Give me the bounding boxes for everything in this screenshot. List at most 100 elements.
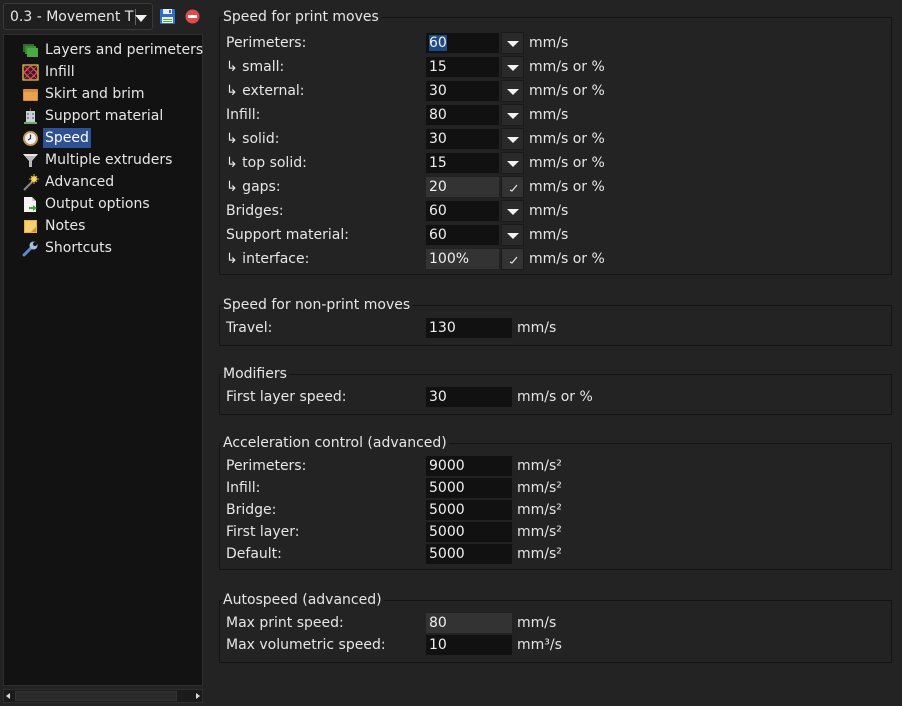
- setting-label: Max volumetric speed:: [226, 637, 386, 653]
- sidebar-horizontal-scrollbar[interactable]: [3, 689, 203, 703]
- sidebar-item-layers-and-perimeters[interactable]: Layers and perimeters: [22, 40, 205, 60]
- max-volumetric-speed-input[interactable]: 10: [425, 634, 513, 656]
- setting-label: Default:: [226, 546, 282, 562]
- group-title: Speed for print moves: [223, 8, 381, 26]
- bridges-speed-dropdown[interactable]: [501, 200, 524, 222]
- sidebar-item-shortcuts[interactable]: Shortcuts: [22, 238, 114, 258]
- top-solid-infill-speed-input[interactable]: 15: [425, 152, 500, 174]
- setting-label: ↳ external:: [226, 83, 305, 99]
- setting-row-top-solid-infill: ↳ top solid: 15 mm/s or %: [219, 152, 892, 174]
- scrollbar-thumb[interactable]: [15, 691, 177, 701]
- setting-label: Travel:: [226, 320, 273, 336]
- first-layer-speed-input[interactable]: 30: [425, 386, 513, 408]
- unit-label: mm/s or %: [529, 155, 605, 171]
- sidebar-item-notes[interactable]: Notes: [22, 216, 87, 236]
- setting-row-infill-acceleration: Infill: 5000 mm/s²: [219, 477, 892, 499]
- chevron-down-icon: [507, 41, 519, 47]
- building-icon: [24, 107, 37, 124]
- first-layer-acceleration-input[interactable]: 5000: [425, 521, 513, 543]
- perimeter-acceleration-input[interactable]: 9000: [425, 455, 513, 477]
- save-preset-button[interactable]: [159, 8, 176, 25]
- scroll-right-arrow-icon[interactable]: [196, 693, 200, 699]
- group-title: Modifiers: [223, 365, 289, 383]
- top-solid-infill-speed-dropdown[interactable]: [501, 152, 524, 174]
- group-autospeed: Autospeed (advanced) Max print speed: 80…: [219, 591, 892, 665]
- sidebar-item-multiple-extruders[interactable]: Multiple extruders: [22, 150, 174, 170]
- travel-speed-input[interactable]: 130: [425, 317, 513, 339]
- minus-circle-icon: [185, 9, 200, 24]
- max-print-speed-input[interactable]: 80: [425, 612, 513, 634]
- support-material-speed-input[interactable]: 60: [425, 224, 500, 246]
- setting-label: First layer:: [226, 524, 300, 540]
- small-perimeters-speed-dropdown[interactable]: [501, 56, 524, 78]
- chevron-down-icon: [135, 15, 147, 22]
- perimeters-speed-input[interactable]: 60: [425, 32, 500, 54]
- group-title: Autospeed (advanced): [223, 591, 384, 609]
- bridges-speed-input[interactable]: 60: [425, 200, 500, 222]
- setting-label: Perimeters:: [226, 35, 307, 51]
- chevron-down-icon: [507, 137, 519, 143]
- setting-label: ↳ solid:: [226, 131, 280, 147]
- gap-fill-speed-input[interactable]: 20: [425, 176, 500, 198]
- perimeters-speed-dropdown[interactable]: [501, 32, 524, 54]
- sidebar-item-label: Shortcuts: [45, 240, 112, 256]
- support-interface-speed-dropdown[interactable]: [501, 248, 524, 270]
- setting-row-max-print-speed: Max print speed: 80 mm/s: [219, 612, 892, 634]
- sidebar-item-speed[interactable]: Speed: [22, 128, 91, 148]
- small-perimeters-speed-input[interactable]: 15: [425, 56, 500, 78]
- sidebar-item-infill[interactable]: Infill: [22, 62, 77, 82]
- unit-label: mm/s²: [517, 524, 562, 540]
- group-title: Speed for non-print moves: [223, 296, 413, 314]
- scroll-left-arrow-icon[interactable]: [6, 693, 10, 699]
- setting-label: ↳ gaps:: [226, 179, 281, 195]
- sidebar-item-label: Multiple extruders: [45, 152, 173, 168]
- wrench-icon: [22, 241, 38, 256]
- setting-label: Infill:: [226, 107, 261, 123]
- setting-row-default-acceleration: Default: 5000 mm/s²: [219, 543, 892, 565]
- default-acceleration-input[interactable]: 5000: [425, 543, 513, 565]
- sidebar-item-label: Speed: [43, 128, 91, 148]
- group-speed-for-print-moves: Speed for print moves Perimeters: 60 mm/…: [219, 8, 892, 278]
- support-interface-speed-input[interactable]: 100%: [425, 248, 500, 270]
- group-acceleration-control: Acceleration control (advanced) Perimete…: [219, 434, 892, 572]
- unit-label: mm/s: [529, 35, 569, 51]
- solid-infill-speed-input[interactable]: 30: [425, 128, 500, 150]
- external-perimeters-speed-input[interactable]: 30: [425, 80, 500, 102]
- unit-label: mm/s²: [517, 480, 562, 496]
- unit-label: mm/s²: [517, 546, 562, 562]
- box-icon: [23, 88, 38, 101]
- chevron-down-icon: [507, 89, 519, 95]
- infill-speed-dropdown[interactable]: [501, 104, 524, 126]
- infill-icon: [22, 63, 39, 81]
- chevron-down-icon: [507, 233, 519, 239]
- note-icon: [24, 219, 37, 233]
- infill-speed-input[interactable]: 80: [425, 104, 500, 126]
- sidebar-item-label: Support material: [45, 108, 164, 124]
- setting-row-max-volumetric-speed: Max volumetric speed: 10 mm³/s: [219, 634, 892, 656]
- chevron-down-icon: [507, 161, 519, 167]
- delete-preset-button[interactable]: [184, 8, 201, 25]
- unit-label: mm/s: [529, 203, 569, 219]
- check-mark-icon: [509, 184, 518, 192]
- infill-acceleration-input[interactable]: 5000: [425, 477, 513, 499]
- setting-label: ↳ small:: [226, 59, 285, 75]
- setting-row-support-material: Support material: 60 mm/s: [219, 224, 892, 246]
- preset-selected-value: 0.3 - Movement T: [10, 8, 136, 25]
- sidebar-item-label: Layers and perimeters: [45, 42, 204, 58]
- unit-label: mm/s or %: [529, 179, 605, 195]
- sidebar-item-skirt-and-brim[interactable]: Skirt and brim: [22, 84, 147, 104]
- sidebar-item-label: Skirt and brim: [45, 86, 145, 102]
- sidebar-item-output-options[interactable]: Output options: [22, 194, 152, 214]
- solid-infill-speed-dropdown[interactable]: [501, 128, 524, 150]
- preset-dropdown[interactable]: 0.3 - Movement T: [3, 3, 153, 30]
- bridge-acceleration-input[interactable]: 5000: [425, 499, 513, 521]
- external-perimeters-speed-dropdown[interactable]: [501, 80, 524, 102]
- setting-row-bridges: Bridges: 60 mm/s: [219, 200, 892, 222]
- support-material-speed-dropdown[interactable]: [501, 224, 524, 246]
- sidebar-item-support-material[interactable]: Support material: [22, 106, 165, 126]
- sidebar-item-advanced[interactable]: Advanced: [22, 172, 116, 192]
- gap-fill-speed-dropdown[interactable]: [501, 176, 524, 198]
- unit-label: mm/s or %: [529, 251, 605, 267]
- setting-row-bridge-acceleration: Bridge: 5000 mm/s²: [219, 499, 892, 521]
- chevron-down-icon: [507, 113, 519, 119]
